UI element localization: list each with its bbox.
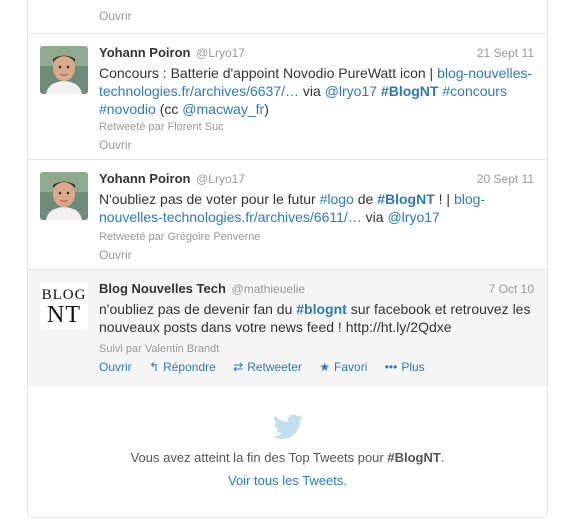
- timeline-stream: Ouvrir Yohann Poiron @Lryo17 21 Sept 11 …: [27, 0, 548, 518]
- tweet-text-part: ! |: [434, 191, 454, 207]
- ellipsis-icon: •••: [384, 360, 398, 374]
- bird-icon: [273, 414, 303, 439]
- reply-label: Répondre: [163, 360, 216, 374]
- tweet-author-name[interactable]: Yohann Poiron: [99, 171, 190, 186]
- mention-link[interactable]: @lryo17: [387, 209, 439, 225]
- tweet-text-part: Concours : Batterie d'appoint Novodio Pu…: [99, 65, 438, 81]
- tweet-text-part: n'oubliez pas de devenir fan du: [99, 301, 297, 317]
- tweet-author-name[interactable]: Blog Nouvelles Tech: [99, 281, 226, 296]
- tweet-text-part: ): [264, 101, 269, 117]
- hashtag-link[interactable]: #BlogNT: [381, 83, 439, 99]
- retweet-action[interactable]: ⇄ Retweeter: [233, 360, 302, 374]
- tweet-open-link[interactable]: Ouvrir: [99, 9, 132, 23]
- open-action[interactable]: Ouvrir: [99, 360, 132, 374]
- hashtag-link[interactable]: #BlogNT: [377, 191, 435, 207]
- retweet-label: Retweeter: [247, 360, 302, 374]
- tweet-text-part: de: [353, 191, 378, 207]
- end-message-hashtag: #BlogNT: [387, 450, 441, 465]
- hashtag-text: #BlogNT: [380, 83, 439, 99]
- favorite-label: Favori: [334, 360, 368, 374]
- mention-link[interactable]: @lryo17: [325, 83, 377, 99]
- favorite-action[interactable]: ★ Favori: [319, 360, 367, 374]
- hashtag-text: #BlogNT: [377, 191, 435, 207]
- retweet-icon: ⇄: [233, 360, 244, 374]
- avatar[interactable]: BLOG NT: [40, 282, 88, 330]
- hashtag-link[interactable]: #logo: [320, 191, 354, 207]
- stream-end: Vous avez atteint la fin des Top Tweets …: [28, 386, 547, 517]
- retweet-context: Retweeté par Florent Suc: [99, 121, 224, 133]
- tweet-timestamp[interactable]: 20 Sept 11: [477, 172, 534, 186]
- end-message: Vous avez atteint la fin des Top Tweets …: [28, 450, 547, 465]
- retweet-context: Retweeté par Grégoire Penverne: [99, 231, 261, 243]
- tweet-text: Concours : Batterie d'appoint Novodio Pu…: [99, 64, 539, 118]
- tweet-text: N'oubliez pas de voter pour le futur #lo…: [99, 190, 539, 226]
- more-action[interactable]: ••• Plus: [385, 360, 425, 374]
- tweet-text: n'oubliez pas de devenir fan du #blognt …: [99, 300, 539, 336]
- hashtag-link[interactable]: #blognt: [296, 301, 347, 317]
- reply-icon: ↰: [149, 360, 160, 374]
- tweet-timestamp[interactable]: 21 Sept 11: [477, 46, 534, 60]
- tweet-timestamp[interactable]: 7 Oct 10: [489, 282, 534, 296]
- avatar[interactable]: [40, 46, 88, 94]
- mention-link[interactable]: @macway_fr: [182, 101, 264, 117]
- tweet-item[interactable]: Yohann Poiron @Lryo17 21 Sept 11 Concour…: [28, 33, 547, 159]
- tweet-actions: Ouvrir ↰ Répondre ⇄ Retweeter ★ Favori ••• P…: [99, 360, 439, 374]
- tweet-text-part: via: [361, 209, 388, 225]
- tweet-item[interactable]: BLOG NT Blog Nouvelles Tech @mathieuelie…: [28, 269, 547, 386]
- avatar[interactable]: [40, 172, 88, 220]
- hashtag-link[interactable]: #concours: [442, 83, 507, 99]
- avatar-logo-text: NT: [47, 302, 81, 328]
- tweet-screen-name[interactable]: @mathieuelie: [232, 282, 306, 296]
- reply-action[interactable]: ↰ Répondre: [149, 360, 216, 374]
- hashtag-text: #blognt: [296, 301, 347, 317]
- hashtag-link[interactable]: #novodio: [99, 101, 156, 117]
- tweet-text-part: (cc: [155, 101, 183, 117]
- star-icon: ★: [319, 360, 331, 374]
- tweet-screen-name[interactable]: @Lryo17: [196, 46, 245, 60]
- end-message-text: .: [440, 450, 445, 465]
- view-all-tweets-link[interactable]: Voir tous les Tweets.: [28, 473, 547, 488]
- tweet-open-link[interactable]: Ouvrir: [99, 138, 132, 152]
- tweet-open-link[interactable]: Ouvrir: [99, 248, 132, 262]
- tweet-screen-name[interactable]: @Lryo17: [196, 172, 245, 186]
- end-message-text: Vous avez atteint la fin des Top Tweets …: [130, 450, 388, 465]
- tweet-author-name[interactable]: Yohann Poiron: [99, 45, 190, 60]
- tweet-text-part: via: [299, 83, 325, 99]
- tweet-item[interactable]: Yohann Poiron @Lryo17 20 Sept 11 N'oubli…: [28, 159, 547, 269]
- more-label: Plus: [401, 360, 425, 374]
- follow-context: Suivi par Valentin Brandt: [99, 343, 220, 355]
- tweet-text-part: N'oubliez pas de voter pour le futur: [99, 191, 320, 207]
